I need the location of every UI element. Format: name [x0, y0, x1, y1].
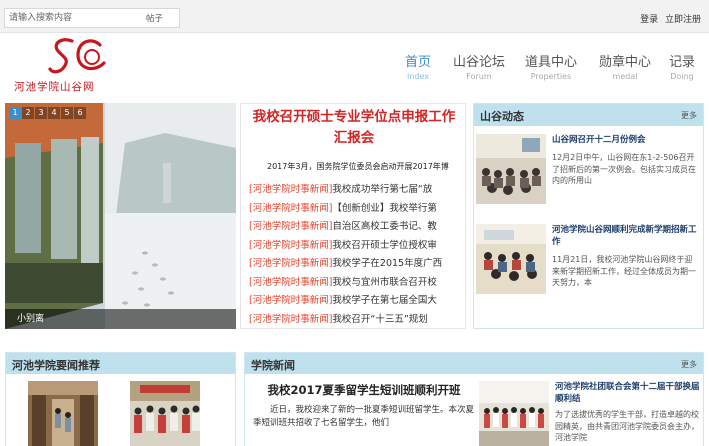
- list-item[interactable]: [河池学院时事新闻]我校成功举行第七届“放: [249, 181, 461, 200]
- nav-label: 勋章中心: [598, 55, 651, 70]
- news-summary: 近日，我校迎来了新的一批夏季短训班留学生。本次夏季短训班共招收了七名留学生，他们: [253, 405, 475, 428]
- headline-title[interactable]: 我校召开硕士专业学位点申报工作汇报会: [247, 107, 461, 149]
- panel-title: 学院新闻: [251, 359, 295, 372]
- item-title[interactable]: 自治区高校工委书记、教: [332, 221, 437, 232]
- stage-photo: [479, 381, 549, 446]
- headline-panel: 我校召开硕士专业学位点申报工作汇报会 2017年3月，国务院学位委员会启动开展2…: [240, 103, 466, 329]
- item-title[interactable]: 河池学院山谷网顺利完成新学期招新工作: [552, 224, 700, 248]
- valley-news-panel: 山谷动态 更多 山谷网召开十二月份例会 12月2日中午，山谷网在东1-2-506…: [473, 103, 704, 329]
- slide-image: [5, 103, 236, 329]
- category-tag[interactable]: [河池学院时事新闻]: [249, 295, 332, 306]
- headline-summary: 2017年3月，国务院学位委员会启动开展2017年博: [267, 162, 449, 171]
- thumbnail-image[interactable]: [130, 381, 200, 446]
- list-item[interactable]: [河池学院时事新闻]我校学子在第七届全国大: [249, 292, 461, 311]
- item-title[interactable]: 【创新创业】我校举行第: [332, 203, 437, 214]
- more-link[interactable]: 更多: [681, 110, 697, 121]
- nav-label: 记录: [668, 55, 695, 70]
- login-link[interactable]: 登录: [640, 15, 658, 25]
- item-title[interactable]: 河池学院社团联合会第十二届干部换届顺利结: [555, 381, 703, 405]
- user-links: 登录 立即注册: [636, 12, 701, 25]
- classroom-photo: [476, 224, 546, 294]
- register-link[interactable]: 立即注册: [665, 15, 701, 25]
- hallway-photo: [28, 381, 98, 446]
- item-title[interactable]: 我校成功举行第七届“放: [332, 184, 432, 195]
- slide-caption[interactable]: 小别离: [5, 309, 236, 329]
- item-title[interactable]: 我校召开硕士学位授权审: [332, 240, 437, 251]
- search-box: 帖子: [4, 8, 180, 28]
- panel-title: 河池学院要闻推荐: [12, 359, 100, 372]
- nav-item-medal[interactable]: 勋章中心 medal: [599, 51, 651, 81]
- meeting-photo: [476, 134, 546, 204]
- list-item[interactable]: 山谷网召开十二月份例会 12月2日中午，山谷网在东1-2-506召开了招新后的第…: [476, 134, 701, 208]
- thumbnail-image[interactable]: [476, 224, 546, 294]
- slide-pager: 1 2 3 4 5 6: [9, 107, 87, 119]
- slide-dot[interactable]: 1: [9, 107, 21, 119]
- item-summary: 为了选拔优秀的学生干部，打造卓越的校园精英，由共青团河池学院委员会主办，河池学院: [555, 410, 699, 442]
- list-item[interactable]: [河池学院时事新闻]我校与宜州市联合召开校: [249, 274, 461, 293]
- site-logo[interactable]: 河池学院山谷网: [14, 35, 144, 97]
- nav-sublabel: Properties: [530, 72, 572, 81]
- nav-sublabel: medal: [612, 72, 638, 81]
- slide-dot[interactable]: 2: [22, 107, 34, 119]
- item-summary: 11月21日，我校河池学院山谷网终于迎来新学期招新工作，经过全体成员为期一天努力…: [552, 255, 696, 287]
- list-item[interactable]: [河池学院时事新闻]【创新创业】我校举行第: [249, 200, 461, 219]
- group-photo: [130, 381, 200, 446]
- image-slider[interactable]: 1 2 3 4 5 6 小别离: [5, 103, 236, 329]
- list-item[interactable]: 河池学院山谷网顺利完成新学期招新工作 11月21日，我校河池学院山谷网终于迎来新…: [476, 224, 701, 298]
- item-title[interactable]: 我校学子在第七届全国大: [332, 295, 437, 306]
- top-bar: 帖子 登录 立即注册: [0, 0, 709, 33]
- thumbnail-image[interactable]: [476, 134, 546, 204]
- panel-header: 学院新闻 更多: [245, 353, 703, 374]
- panel-title: 山谷动态: [480, 110, 524, 123]
- category-tag[interactable]: [河池学院时事新闻]: [249, 277, 332, 288]
- nav-item-forum[interactable]: 山谷论坛 Forum: [453, 51, 505, 81]
- panel-header: 山谷动态 更多: [474, 104, 703, 126]
- news-headline[interactable]: 我校2017夏季留学生短训班顺利开班: [253, 382, 475, 398]
- category-tag[interactable]: [河池学院时事新闻]: [249, 314, 332, 325]
- category-tag[interactable]: [河池学院时事新闻]: [249, 184, 332, 195]
- slide-dot[interactable]: 6: [74, 107, 86, 119]
- slide-dot[interactable]: 5: [61, 107, 73, 119]
- headline-list: [河池学院时事新闻]我校成功举行第七届“放 [河池学院时事新闻]【创新创业】我校…: [249, 181, 461, 329]
- logo-text: 河池学院山谷网: [14, 81, 95, 93]
- category-tag[interactable]: [河池学院时事新闻]: [249, 258, 332, 269]
- list-item[interactable]: [河池学院时事新闻]自治区高校工委书记、教: [249, 218, 461, 237]
- nav-sublabel: Doing: [670, 72, 694, 81]
- nav-sublabel: Index: [406, 72, 429, 81]
- item-title[interactable]: 我校召开“十三五”规划: [332, 314, 427, 325]
- thumbnail-image[interactable]: [479, 381, 549, 446]
- more-link[interactable]: 更多: [681, 359, 697, 370]
- category-tag[interactable]: [河池学院时事新闻]: [249, 203, 332, 214]
- thumbnail-image[interactable]: [28, 381, 98, 446]
- slide-dot[interactable]: 3: [35, 107, 47, 119]
- nav-label: 道具中心: [524, 55, 577, 70]
- panel-header: 河池学院要闻推荐: [6, 353, 235, 374]
- category-tag[interactable]: [河池学院时事新闻]: [249, 221, 332, 232]
- list-item[interactable]: [河池学院时事新闻]我校召开“十三五”规划: [249, 311, 461, 330]
- item-title[interactable]: 我校学子在2015年度广西: [332, 258, 442, 269]
- item-summary: 12月2日中午，山谷网在东1-2-506召开了招新后的第一次例会。包括实习成员在…: [552, 153, 696, 185]
- nav-label: 首页: [404, 55, 431, 70]
- list-item[interactable]: [河池学院时事新闻]我校学子在2015年度广西: [249, 255, 461, 274]
- nav-item-properties[interactable]: 道具中心 Properties: [525, 51, 577, 81]
- list-item[interactable]: [河池学院时事新闻]我校召开硕士学位授权审: [249, 237, 461, 256]
- search-type-select[interactable]: 帖子: [146, 12, 163, 24]
- nav-sublabel: Forum: [466, 72, 492, 81]
- nav-item-index[interactable]: 首页 Index: [405, 51, 431, 81]
- search-input[interactable]: [5, 9, 137, 27]
- slide-dot[interactable]: 4: [48, 107, 60, 119]
- nav-label: 山谷论坛: [452, 55, 505, 70]
- category-tag[interactable]: [河池学院时事新闻]: [249, 240, 332, 251]
- item-title[interactable]: 我校与宜州市联合召开校: [332, 277, 437, 288]
- item-title[interactable]: 山谷网召开十二月份例会: [552, 134, 700, 146]
- nav-item-doing[interactable]: 记录 Doing: [669, 51, 695, 81]
- important-news-panel: 河池学院要闻推荐: [5, 352, 236, 446]
- college-news-panel: 学院新闻 更多 我校2017夏季留学生短训班顺利开班 近日，我校迎来了新的一批夏…: [244, 352, 704, 446]
- site-header: 河池学院山谷网 首页 Index 山谷论坛 Forum 道具中心 Propert…: [0, 33, 709, 101]
- logo-mark-icon: [48, 38, 106, 74]
